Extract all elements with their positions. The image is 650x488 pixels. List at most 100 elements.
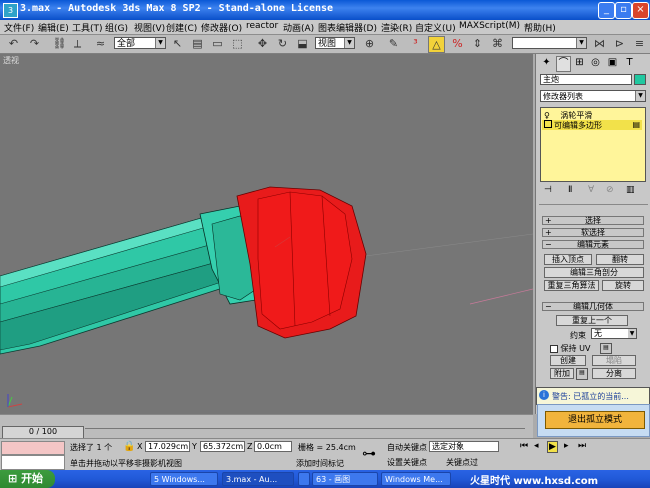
key-filters-button[interactable]: 关键点过	[446, 457, 478, 468]
unlink-icon[interactable]: ⟂	[70, 36, 85, 51]
bind-space-warp-icon[interactable]: ≈	[93, 36, 108, 51]
move-icon[interactable]: ✥	[255, 36, 270, 51]
object-name-field[interactable]: 主炮	[540, 74, 632, 85]
named-selection-set-dropdown[interactable]: ▼	[512, 37, 587, 49]
select-link-icon[interactable]: ⛓	[52, 36, 67, 51]
percent-snap-icon[interactable]: %	[450, 36, 465, 51]
expand-box-icon[interactable]	[544, 120, 552, 128]
x-coordinate[interactable]: 17.029cm	[145, 441, 190, 452]
maxscript-mini-listener[interactable]	[1, 455, 65, 470]
scale-icon[interactable]: ⬓	[295, 36, 310, 51]
menu-animation[interactable]: 动画(A)	[283, 21, 314, 34]
rotate-icon[interactable]: ↻	[275, 36, 290, 51]
maximize-button[interactable]: ▫	[615, 2, 632, 19]
turn-button[interactable]: 旋转	[602, 280, 644, 291]
show-end-result-icon[interactable]: Ⅱ	[568, 185, 572, 195]
previous-frame-icon[interactable]: ◂	[534, 441, 539, 451]
perspective-viewport[interactable]: 透视	[0, 54, 533, 414]
menu-graph-editors[interactable]: 图表编辑器(D)	[318, 21, 377, 34]
motion-tab-icon[interactable]: ◎	[589, 56, 602, 70]
maxscript-listener[interactable]	[1, 441, 65, 455]
auto-key-button[interactable]: 自动关键点	[387, 442, 427, 453]
menu-maxscript[interactable]: MAXScript(M)	[459, 21, 520, 31]
menu-tools[interactable]: 工具(T)	[72, 21, 103, 34]
attach-list-icon[interactable]: ▤	[576, 368, 588, 380]
retriangulate-button[interactable]: 重复三角算法	[544, 280, 599, 291]
task-3dsmax[interactable]: 3.max - Au...	[222, 472, 294, 486]
menu-edit[interactable]: 编辑(E)	[38, 21, 69, 34]
3ds-max-icon[interactable]: 3	[3, 3, 18, 18]
reference-coord-dropdown[interactable]: 视图 ▼	[315, 37, 355, 49]
select-manipulate-icon[interactable]: ✎	[386, 36, 401, 51]
object-color-swatch[interactable]	[634, 74, 646, 85]
preserve-uv-settings-icon[interactable]: ▤	[600, 343, 612, 354]
minimize-button[interactable]: _	[598, 2, 615, 19]
menu-reactor[interactable]: reactor	[246, 21, 278, 31]
modify-tab-icon[interactable]: ⌒	[556, 56, 571, 72]
go-to-end-icon[interactable]: ⏭	[578, 441, 586, 451]
named-selection-icon[interactable]: ⌘	[490, 36, 505, 51]
insert-vertex-button[interactable]: 插入顶点	[544, 254, 592, 265]
detach-button[interactable]: 分离	[592, 368, 636, 379]
edit-triangulation-button[interactable]: 编辑三角剖分	[544, 267, 644, 278]
lightbulb-icon[interactable]: ♀	[544, 111, 550, 120]
menu-rendering[interactable]: 渲染(R)	[381, 21, 412, 34]
spinner-snap-icon[interactable]: ⇕	[470, 36, 485, 51]
close-button[interactable]: ×	[632, 2, 649, 19]
task-unknown[interactable]	[298, 472, 310, 486]
configure-sets-icon[interactable]: ▥	[626, 185, 635, 195]
create-tab-icon[interactable]: ✦	[540, 56, 553, 70]
task-windows-explorer[interactable]: 5 Windows...	[150, 472, 218, 486]
stack-config-icon[interactable]: ▤	[632, 120, 640, 130]
key-icon[interactable]: ⊶	[362, 446, 376, 462]
align-icon[interactable]: ⊳	[612, 36, 627, 51]
set-key-button[interactable]: 设置关键点	[387, 457, 427, 468]
key-filter-dropdown[interactable]: 选定对象	[429, 441, 499, 452]
task-paint[interactable]: 63 - 画图	[312, 472, 378, 486]
rect-selection-icon[interactable]: ▭	[210, 36, 225, 51]
create-button[interactable]: 创建	[550, 355, 586, 366]
window-crossing-icon[interactable]: ⬚	[230, 36, 245, 51]
add-time-tag[interactable]: 添加时间标记	[296, 458, 344, 469]
snap-toggle-icon[interactable]: ³	[408, 36, 423, 51]
track-bar[interactable]	[85, 428, 525, 437]
menu-help[interactable]: 帮助(H)	[524, 21, 556, 34]
menu-views[interactable]: 视图(V)	[134, 21, 165, 34]
exit-isolation-button[interactable]: 退出孤立模式	[545, 411, 645, 429]
pin-stack-icon[interactable]: ⊣	[544, 185, 552, 195]
repeat-last-button[interactable]: 重复上一个	[556, 315, 628, 326]
angle-snap-icon[interactable]: △	[428, 36, 445, 53]
select-by-name-icon[interactable]: ▤	[190, 36, 205, 51]
menu-group[interactable]: 组(G)	[105, 21, 128, 34]
redo-icon[interactable]: ↷	[27, 36, 42, 51]
start-button[interactable]: ⊞ 开始	[0, 470, 55, 488]
rollout-soft-select[interactable]: + 软选择	[542, 228, 644, 237]
play-icon[interactable]: ▶	[547, 441, 558, 453]
attach-button[interactable]: 附加	[550, 368, 574, 379]
menu-modifiers[interactable]: 修改器(O)	[201, 21, 242, 34]
modifier-list-dropdown[interactable]: 修改器列表 ▼	[540, 90, 646, 102]
flip-button[interactable]: 翻转	[596, 254, 644, 265]
select-object-icon[interactable]: ↖	[170, 36, 185, 51]
task-windows-media[interactable]: Windows Me...	[381, 472, 451, 486]
make-unique-icon[interactable]: ∀	[588, 185, 594, 195]
rollout-edit-elements[interactable]: − 编辑元素	[542, 240, 644, 249]
go-to-start-icon[interactable]: ⏮	[520, 441, 528, 451]
mirror-icon[interactable]: ⋈	[592, 36, 607, 51]
collapse-button[interactable]: 塌陷	[592, 355, 636, 366]
stack-item-editable-poly[interactable]: 可编辑多边形 ▤	[542, 120, 642, 130]
preserve-uv-checkbox[interactable]	[550, 344, 558, 353]
display-tab-icon[interactable]: ▣	[606, 56, 619, 70]
rollout-select[interactable]: + 选择	[542, 216, 644, 225]
undo-icon[interactable]: ↶	[6, 36, 21, 51]
pivot-center-icon[interactable]: ⊕	[362, 36, 377, 51]
selection-filter-dropdown[interactable]: 全部 ▼	[114, 37, 166, 49]
lock-selection-icon[interactable]: 🔒	[123, 441, 135, 452]
rollout-edit-geometry[interactable]: − 编辑几何体	[542, 302, 644, 311]
y-coordinate[interactable]: 65.372cm	[200, 441, 245, 452]
menu-customize[interactable]: 自定义(U)	[415, 21, 456, 34]
layer-manager-icon[interactable]: ≡	[632, 36, 647, 51]
utilities-tab-icon[interactable]: T	[623, 56, 636, 70]
remove-modifier-icon[interactable]: ⊘	[606, 185, 614, 195]
menu-create[interactable]: 创建(C)	[166, 21, 197, 34]
